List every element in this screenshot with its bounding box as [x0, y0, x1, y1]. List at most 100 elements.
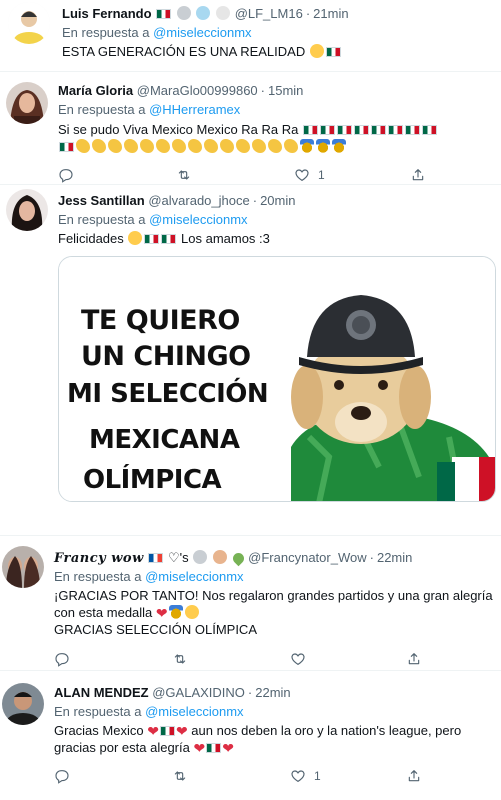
reply-icon: [55, 653, 69, 667]
heart-emoji: ❤: [175, 723, 188, 739]
tweet-text-line: ¡GRACIAS POR TANTO! Nos regalaron grande…: [54, 588, 493, 603]
emoji: [76, 139, 90, 153]
author-name[interactable]: Francy wow: [54, 551, 144, 566]
reply-prefix: En respuesta a: [58, 212, 146, 227]
reply-button[interactable]: [54, 767, 70, 785]
heart-eyes-emoji: [309, 44, 324, 58]
like-icon: [295, 169, 309, 181]
meme-text-line: MI SELECCIÓN: [67, 379, 269, 409]
author-name[interactable]: Jess Santillan: [58, 193, 145, 208]
avatar[interactable]: [2, 546, 44, 588]
reply-to-link[interactable]: @HHerreramex: [149, 102, 240, 117]
tweet-text-part: Gracias Mexico: [54, 723, 144, 738]
tweet[interactable]: ALAN MENDEZ @GALAXIDINO · 22min En respues…: [0, 671, 501, 800]
tweet-text: Si se pudo Viva Mexico Mexico Ra Ra Ra: [58, 121, 496, 155]
clap-emoji: [204, 139, 218, 153]
share-icon: [408, 770, 420, 782]
tweet-text-part: aun nos deben la oro y la nation's leagu…: [191, 723, 462, 738]
reply-to-link[interactable]: @miseleccionmx: [153, 25, 251, 40]
separator: ·: [305, 6, 311, 21]
green-heart-emoji: [230, 550, 246, 567]
flag-emoji: [325, 47, 341, 57]
reply-to-link[interactable]: @miseleccionmx: [149, 212, 247, 227]
timestamp[interactable]: 22min: [255, 685, 290, 700]
clap-emoji: [140, 139, 154, 153]
retweet-button[interactable]: [172, 767, 188, 785]
share-icon: [408, 653, 420, 665]
timestamp[interactable]: 22min: [377, 550, 412, 565]
tweet-text-part: Los amamos :3: [181, 231, 270, 246]
medal-emoji: [300, 139, 314, 153]
like-button[interactable]: 1: [294, 166, 325, 184]
author-name[interactable]: Luis Fernando: [62, 6, 152, 21]
retweet-button[interactable]: [176, 166, 192, 184]
separator: ·: [369, 550, 374, 565]
share-button[interactable]: [406, 767, 422, 785]
medal-emoji: [316, 139, 330, 153]
avatar-image: [6, 82, 48, 124]
like-icon: [291, 770, 305, 782]
timestamp[interactable]: 20min: [260, 193, 295, 208]
like-count: 1: [314, 769, 321, 783]
tweet[interactable]: Francy wow ♡'s @Francynator_Wow · 22min En…: [0, 536, 501, 670]
author-handle[interactable]: @Francynator_Wow: [248, 550, 366, 565]
reply-button[interactable]: [54, 650, 70, 668]
reply-button[interactable]: [58, 166, 74, 184]
avatar-image: [2, 683, 44, 725]
reply-prefix: En respuesta a: [54, 704, 142, 719]
reply-to-link[interactable]: @miseleccionmx: [145, 704, 243, 719]
like-button[interactable]: 1: [290, 767, 321, 785]
avatar[interactable]: [6, 189, 48, 231]
avatar[interactable]: [8, 2, 50, 44]
author-handle[interactable]: @MaraGlo00999860: [137, 83, 258, 98]
reply-prefix: En respuesta a: [58, 102, 146, 117]
retweet-icon: [174, 771, 186, 781]
tweet-text-line: GRACIAS SELECCIÓN OLÍMPICA: [54, 622, 257, 637]
clap-emoji: [220, 139, 234, 153]
retweet-button[interactable]: [172, 650, 188, 668]
clap-emoji: [284, 139, 298, 153]
emoji: [216, 6, 231, 20]
reply-to-link[interactable]: @miseleccionmx: [145, 569, 243, 584]
reply-icon: [59, 169, 73, 183]
flag-emoji: [144, 234, 160, 244]
avatar-image: [6, 189, 48, 231]
timestamp[interactable]: 15min: [268, 83, 303, 98]
author-handle[interactable]: @GALAXIDINO: [152, 685, 245, 700]
heart-emoji: ❤: [155, 605, 168, 621]
flag-emoji: [371, 125, 386, 135]
share-button[interactable]: [406, 650, 422, 668]
tweet-text-content: Si se pudo Viva Mexico Mexico Ra Ra Ra: [58, 122, 299, 137]
flag-emoji: [156, 9, 172, 19]
tweet-text-content: ESTA GENERACIÓN ES UNA REALIDAD: [62, 44, 306, 59]
author-handle[interactable]: @LF_LM16: [235, 6, 303, 21]
tweet-text-part: gracias por esta alegría: [54, 740, 190, 755]
flag-emoji: [303, 125, 318, 135]
clap-emoji: [268, 139, 282, 153]
timestamp[interactable]: 21min: [313, 6, 348, 21]
reply-prefix: En respuesta a: [54, 569, 142, 584]
flag-emoji: [337, 125, 352, 135]
emoji: [193, 550, 208, 564]
clap-emoji: [172, 139, 186, 153]
like-button[interactable]: [290, 650, 306, 668]
separator: ·: [252, 193, 258, 208]
avatar[interactable]: [2, 683, 44, 725]
flag-emoji: [354, 125, 369, 135]
medal-emoji: [168, 605, 183, 619]
tweet[interactable]: Luis Fernando @LF_LM16 · 21min En respuest…: [0, 0, 501, 70]
clap-emoji: [236, 139, 250, 153]
emoji: [176, 6, 191, 20]
author-name[interactable]: ALAN MENDEZ: [54, 685, 149, 700]
author-name[interactable]: María Gloria: [58, 83, 133, 98]
avatar[interactable]: [6, 82, 48, 124]
tweet-text-line-with-emoji: Gracias Mexico ❤ ❤ aun nos deben la oro y…: [54, 722, 498, 739]
reply-context: En respuesta a @miseleccionmx: [54, 704, 244, 720]
tweet[interactable]: María Gloria @MaraGlo00999860 · 15min En r…: [0, 72, 501, 184]
heart-emoji: ❤: [147, 723, 159, 739]
share-icon: [412, 169, 424, 181]
tweet-media-image[interactable]: TE QUIERO UN CHINGO MI SELECCIÓN MEXICAN…: [58, 256, 496, 502]
tweet-actions: 1: [58, 166, 438, 184]
author-handle[interactable]: @alvarado_jhoce: [148, 193, 249, 208]
share-button[interactable]: [410, 166, 426, 184]
